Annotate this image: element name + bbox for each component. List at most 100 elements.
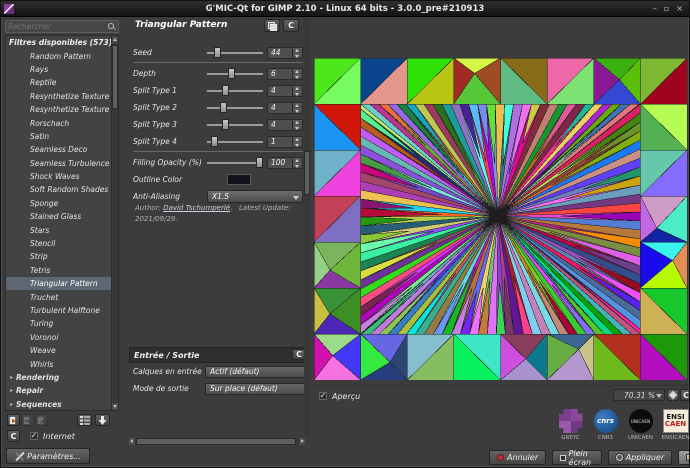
spin-value[interactable]: 44 bbox=[268, 48, 292, 58]
spinbox-split-type-1[interactable]: 4 bbox=[267, 85, 303, 97]
slider-split-type-1[interactable] bbox=[207, 85, 263, 96]
parameters-hscrollbar[interactable] bbox=[129, 438, 305, 445]
list-item[interactable]: Random Pattern bbox=[6, 49, 111, 62]
sidebar-category-rendering[interactable]: ▸Rendering bbox=[6, 371, 111, 384]
spin-down-icon[interactable] bbox=[293, 108, 302, 113]
list-item[interactable]: Satin bbox=[6, 130, 111, 143]
list-item[interactable]: Whirls bbox=[6, 357, 111, 370]
list-item[interactable]: Rays bbox=[6, 63, 111, 76]
maximize-button[interactable]: ▫ bbox=[664, 2, 669, 15]
spin-value[interactable]: 4 bbox=[268, 86, 292, 96]
list-item[interactable]: Rorschach bbox=[6, 116, 111, 129]
select-anti-aliasing[interactable]: X1.5 bbox=[207, 190, 303, 203]
scroll-right-icon[interactable] bbox=[299, 438, 305, 445]
reset-zoom-button[interactable]: C bbox=[680, 389, 690, 401]
preview-checkbox[interactable]: ✓ bbox=[319, 392, 327, 400]
spin-down-icon[interactable] bbox=[293, 91, 302, 96]
minimize-button[interactable]: – bbox=[653, 2, 657, 15]
scrollbar-handle[interactable] bbox=[136, 438, 296, 445]
zoom-combobox[interactable]: 70.31 % bbox=[613, 389, 665, 401]
slider-handle[interactable] bbox=[256, 157, 263, 168]
update-filters-button[interactable] bbox=[95, 414, 110, 426]
copy-command-button[interactable] bbox=[264, 19, 280, 32]
filter-list-scrollbar[interactable] bbox=[111, 36, 118, 410]
list-item[interactable]: Sponge bbox=[6, 197, 111, 210]
fullscreen-button[interactable]: Plein écran bbox=[552, 450, 602, 465]
settings-button[interactable]: Paramètres... bbox=[6, 448, 90, 464]
preview-image[interactable] bbox=[314, 58, 687, 380]
spin-down-icon[interactable] bbox=[293, 125, 302, 130]
fit-zoom-button[interactable] bbox=[667, 389, 679, 401]
list-item[interactable]: Resynthetize Texture [FF bbox=[6, 90, 111, 103]
list-item[interactable]: Voronoi bbox=[6, 331, 111, 344]
slider-split-type-4[interactable] bbox=[207, 136, 263, 147]
search-input[interactable] bbox=[6, 22, 107, 31]
slider-handle[interactable] bbox=[211, 136, 218, 147]
list-item[interactable]: Shock Waves bbox=[6, 170, 111, 183]
spin-down-icon[interactable] bbox=[293, 53, 302, 58]
spin-value[interactable]: 1 bbox=[268, 137, 292, 147]
spin-down-icon[interactable] bbox=[293, 163, 302, 168]
slider-split-type-3[interactable] bbox=[207, 119, 263, 130]
add-fave-button[interactable] bbox=[7, 414, 20, 426]
scroll-down-icon[interactable] bbox=[112, 403, 118, 410]
spin-down-icon[interactable] bbox=[293, 74, 302, 79]
rename-fave-button[interactable] bbox=[35, 414, 48, 426]
list-item[interactable]: Seamless Turbulence bbox=[6, 157, 111, 170]
list-item[interactable]: Resynthetize Texture [Pa bbox=[6, 103, 111, 116]
spin-value[interactable]: 4 bbox=[268, 103, 292, 113]
spinbox-split-type-4[interactable]: 1 bbox=[267, 136, 303, 148]
close-button[interactable]: × bbox=[676, 2, 683, 15]
slider-filling-opacity[interactable] bbox=[207, 157, 263, 168]
spinbox-depth[interactable]: 6 bbox=[267, 68, 303, 80]
io-select[interactable]: Sur place (défaut) bbox=[205, 383, 309, 395]
refresh-filters-button[interactable]: C bbox=[7, 430, 20, 442]
slider-seed[interactable] bbox=[207, 47, 263, 58]
scroll-up-icon[interactable] bbox=[112, 36, 118, 43]
slider-handle[interactable] bbox=[228, 68, 235, 79]
internet-checkbox[interactable]: ✓ bbox=[30, 432, 38, 440]
spinbox-seed[interactable]: 44 bbox=[267, 47, 303, 59]
filter-list-header[interactable]: Filtres disponibles (573) bbox=[6, 36, 111, 49]
slider-handle[interactable] bbox=[222, 85, 229, 96]
slider-handle[interactable] bbox=[222, 119, 229, 130]
scroll-left-icon[interactable] bbox=[129, 438, 135, 445]
remove-fave-button[interactable] bbox=[21, 414, 34, 426]
list-item[interactable]: Truchet bbox=[6, 290, 111, 303]
list-item[interactable]: Stars bbox=[6, 223, 111, 236]
slider-split-type-2[interactable] bbox=[207, 102, 263, 113]
parameters-scrollbar[interactable] bbox=[304, 18, 310, 436]
scrollbar-handle[interactable] bbox=[304, 151, 310, 195]
spin-down-icon[interactable] bbox=[293, 142, 302, 147]
list-item[interactable]: Triangular Pattern bbox=[6, 277, 111, 290]
collapse-list-button[interactable] bbox=[77, 414, 92, 426]
spinbox-filling-opacity[interactable]: 100 bbox=[267, 157, 303, 169]
spinbox-split-type-2[interactable]: 4 bbox=[267, 102, 303, 114]
list-item[interactable]: Strip bbox=[6, 250, 111, 263]
outline-color-button[interactable] bbox=[227, 174, 251, 185]
sidebar-category-sequences[interactable]: ▸Sequences bbox=[6, 398, 111, 411]
spinbox-split-type-3[interactable]: 4 bbox=[267, 119, 303, 131]
list-item[interactable]: Soft Random Shades bbox=[6, 183, 111, 196]
titlebar[interactable]: G'MIC-Qt for GIMP 2.10 - Linux 64 bits -… bbox=[1, 1, 689, 17]
list-item[interactable]: Stencil bbox=[6, 237, 111, 250]
slider-depth[interactable] bbox=[207, 68, 263, 79]
list-item[interactable]: Reptile bbox=[6, 76, 111, 89]
list-item[interactable]: Seamless Deco bbox=[6, 143, 111, 156]
ok-button[interactable]: Ok bbox=[678, 450, 690, 465]
apply-button[interactable]: Appliquer bbox=[608, 450, 672, 465]
sidebar-category-repair[interactable]: ▸Repair bbox=[6, 384, 111, 397]
list-item[interactable]: Turbulent Halftone bbox=[6, 304, 111, 317]
reset-parameters-button[interactable]: C bbox=[283, 19, 299, 32]
scrollbar-handle[interactable] bbox=[112, 45, 118, 109]
slider-handle[interactable] bbox=[214, 47, 221, 58]
cancel-button[interactable]: Annuler bbox=[489, 450, 546, 465]
io-select[interactable]: Actif (défaut) bbox=[205, 366, 309, 378]
list-item[interactable]: Stained Glass bbox=[6, 210, 111, 223]
spin-value[interactable]: 6 bbox=[268, 69, 292, 79]
list-item[interactable]: Turing bbox=[6, 317, 111, 330]
spin-value[interactable]: 4 bbox=[268, 120, 292, 130]
spin-value[interactable]: 100 bbox=[268, 158, 292, 168]
filter-list[interactable]: Filtres disponibles (573)Random PatternR… bbox=[5, 35, 119, 411]
filter-search[interactable] bbox=[5, 20, 119, 33]
